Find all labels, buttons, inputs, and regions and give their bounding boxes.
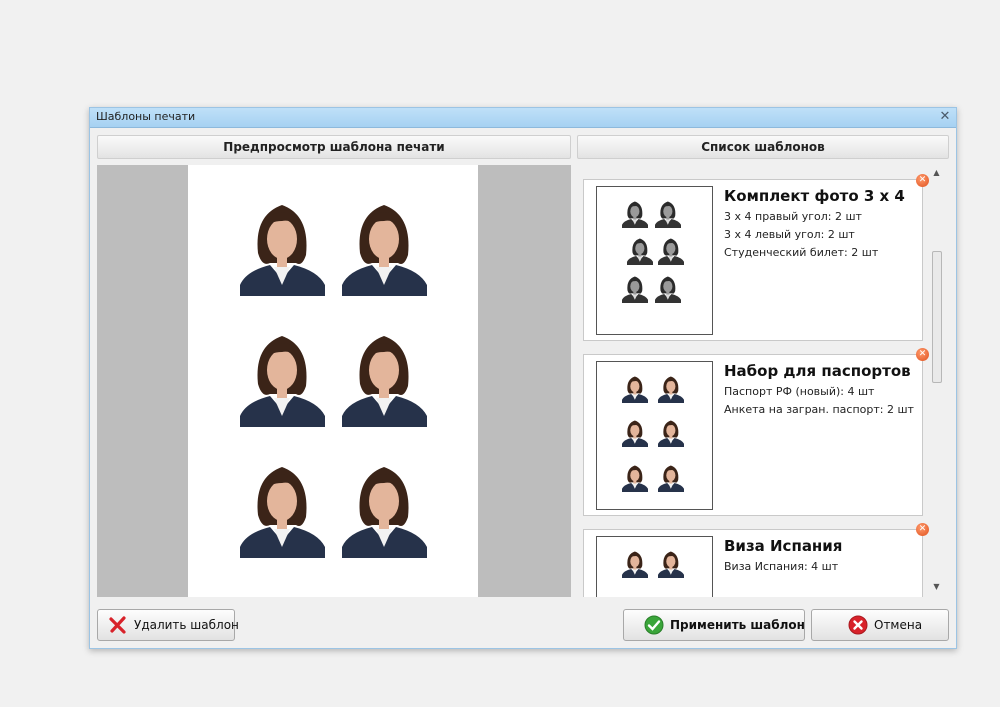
template-line: 3 х 4 правый угол: 2 шт (724, 210, 862, 223)
mini-photo (627, 235, 653, 265)
list-scrollbar[interactable]: ▲ ▼ (930, 165, 943, 597)
preview-photo (240, 455, 325, 558)
remove-template-icon[interactable]: ✕ (916, 174, 929, 187)
scroll-down-icon[interactable]: ▼ (930, 581, 943, 593)
template-list[interactable]: Комплект фото 3 х 4 3 х 4 правый угол: 2… (577, 165, 947, 597)
template-line: Паспорт РФ (новый): 4 шт (724, 385, 875, 398)
template-line: Виза Испания: 4 шт (724, 560, 839, 573)
template-thumbnail (596, 186, 713, 335)
cancel-label: Отмена (874, 618, 923, 632)
mini-photo (655, 198, 681, 228)
template-thumbnail (596, 536, 713, 597)
apply-template-label: Применить шаблон (670, 618, 805, 632)
template-card-komplekt[interactable]: Комплект фото 3 х 4 3 х 4 правый угол: 2… (583, 179, 923, 341)
mini-photo (622, 273, 648, 303)
print-preview-area (97, 165, 571, 597)
check-circle-icon (644, 615, 664, 635)
preview-header: Предпросмотр шаблона печати (97, 135, 571, 159)
close-icon[interactable]: ✕ (938, 110, 952, 124)
apply-template-button[interactable]: Применить шаблон (623, 609, 805, 641)
remove-template-icon[interactable]: ✕ (916, 523, 929, 536)
mini-photo (655, 273, 681, 303)
preview-photo (342, 324, 427, 427)
mini-photo (658, 417, 684, 447)
mini-photo (622, 462, 648, 492)
title-bar: Шаблоны печати ✕ (90, 108, 956, 128)
delete-x-icon (109, 616, 126, 634)
delete-template-label: Удалить шаблон (134, 618, 239, 632)
mini-photo (622, 373, 648, 403)
template-title: Виза Испания (724, 537, 843, 555)
template-line: 3 х 4 левый угол: 2 шт (724, 228, 855, 241)
template-card-visa-spain[interactable]: Виза Испания Виза Испания: 4 шт (583, 529, 923, 597)
remove-template-icon[interactable]: ✕ (916, 348, 929, 361)
preview-photo (342, 455, 427, 558)
mini-photo (658, 548, 684, 578)
template-card-passports[interactable]: Набор для паспортов Паспорт РФ (новый): … (583, 354, 923, 516)
window-title: Шаблоны печати (96, 110, 196, 123)
preview-photo (342, 193, 427, 296)
scroll-up-icon[interactable]: ▲ (930, 167, 943, 179)
mini-photo (658, 462, 684, 492)
template-thumbnail (596, 361, 713, 510)
mini-photo (622, 548, 648, 578)
mini-photo (658, 373, 684, 403)
print-templates-dialog: Шаблоны печати ✕ Предпросмотр шаблона пе… (89, 107, 957, 649)
mini-photo (622, 198, 648, 228)
template-list-header: Список шаблонов (577, 135, 949, 159)
template-line: Анкета на загран. паспорт: 2 шт (724, 403, 914, 416)
mini-photo (622, 417, 648, 447)
scrollbar-thumb[interactable] (932, 251, 942, 383)
template-title: Комплект фото 3 х 4 (724, 187, 905, 205)
preview-photo (240, 193, 325, 296)
delete-template-button[interactable]: Удалить шаблон (97, 609, 239, 641)
cancel-button[interactable]: Отмена (811, 609, 949, 641)
template-line: Студенческий билет: 2 шт (724, 246, 879, 259)
template-title: Набор для паспортов (724, 362, 911, 380)
preview-photo (240, 324, 325, 427)
preview-page (188, 165, 478, 597)
cancel-circle-icon (848, 615, 868, 635)
mini-photo (658, 235, 684, 265)
